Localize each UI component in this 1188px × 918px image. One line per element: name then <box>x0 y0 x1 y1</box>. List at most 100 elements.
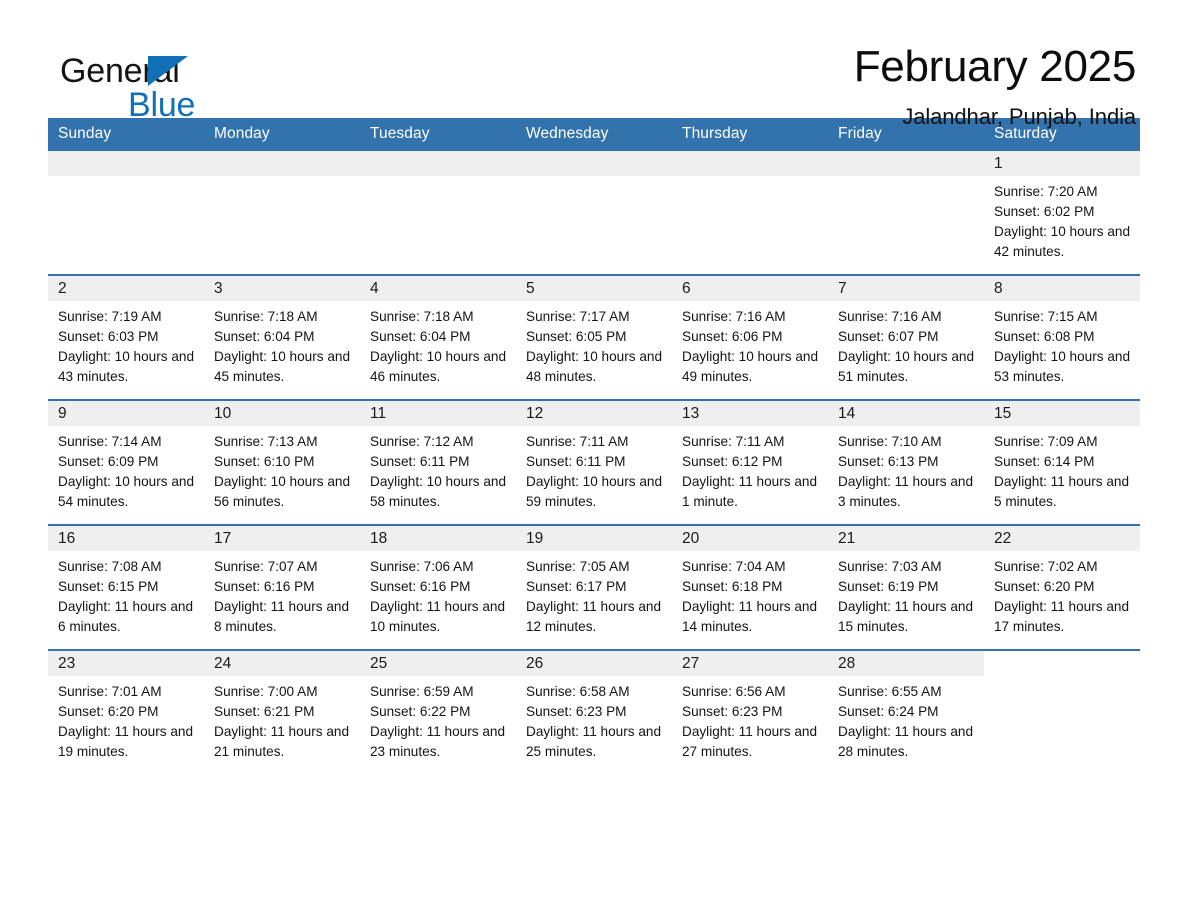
calendar-day-cell[interactable]: 9 Sunrise: 7:14 AM Sunset: 6:09 PM Daylight… <box>48 399 204 525</box>
day-number: 9 <box>48 401 204 426</box>
sunrise-text: Sunrise: 7:11 AM <box>682 434 785 449</box>
calendar-day-cell[interactable]: 6 Sunrise: 7:16 AM Sunset: 6:06 PM Daylight… <box>672 274 828 400</box>
calendar-day-cell[interactable]: 12 Sunrise: 7:11 AM Sunset: 6:11 PM Dayligh… <box>516 399 672 525</box>
day-number: 8 <box>984 276 1140 301</box>
calendar-day-cell[interactable]: 13 Sunrise: 7:11 AM Sunset: 6:12 PM Dayligh… <box>672 399 828 525</box>
day-number: 18 <box>360 526 516 551</box>
sunset-text: Sunset: 6:03 PM <box>58 329 159 344</box>
calendar-day-cell[interactable]: 4 Sunrise: 7:18 AM Sunset: 6:04 PM Daylight… <box>360 274 516 400</box>
weekday-header-tuesday: Tuesday <box>360 118 516 151</box>
logo-triangle-icon <box>148 56 188 86</box>
calendar-day-cell[interactable]: 15 Sunrise: 7:09 AM Sunset: 6:14 PM Dayligh… <box>984 399 1140 525</box>
weekday-header-thursday: Thursday <box>672 118 828 151</box>
calendar-day-cell[interactable]: 21 Sunrise: 7:03 AM Sunset: 6:19 PM Dayligh… <box>828 524 984 650</box>
calendar-cell-empty <box>360 151 516 275</box>
calendar-day-cell[interactable]: 25 Sunrise: 6:59 AM Sunset: 6:22 PM Dayligh… <box>360 649 516 774</box>
day-number: 28 <box>828 651 984 676</box>
calendar-day-cell[interactable]: 14 Sunrise: 7:10 AM Sunset: 6:13 PM Dayligh… <box>828 399 984 525</box>
calendar-day-cell[interactable]: 17 Sunrise: 7:07 AM Sunset: 6:16 PM Dayligh… <box>204 524 360 650</box>
day-details: Sunrise: 7:04 AM Sunset: 6:18 PM Daylight:… <box>672 551 828 637</box>
calendar-day-cell[interactable]: 24 Sunrise: 7:00 AM Sunset: 6:21 PM Dayligh… <box>204 649 360 774</box>
day-number: 3 <box>204 276 360 301</box>
daylight-text: Daylight: 11 hours and 3 minutes. <box>838 474 974 509</box>
daylight-text: Daylight: 11 hours and 25 minutes. <box>526 724 662 759</box>
daylight-text: Daylight: 11 hours and 1 minute. <box>682 474 818 509</box>
day-details: Sunrise: 6:58 AM Sunset: 6:23 PM Daylight:… <box>516 676 672 762</box>
calendar-day-cell[interactable]: 3 Sunrise: 7:18 AM Sunset: 6:04 PM Daylight… <box>204 274 360 400</box>
day-number-band <box>516 151 672 176</box>
calendar-day-cell[interactable]: 5 Sunrise: 7:17 AM Sunset: 6:05 PM Daylight… <box>516 274 672 400</box>
calendar-day-cell[interactable]: 23 Sunrise: 7:01 AM Sunset: 6:20 PM Dayligh… <box>48 649 204 774</box>
sunset-text: Sunset: 6:12 PM <box>682 454 783 469</box>
daylight-text: Daylight: 11 hours and 6 minutes. <box>58 599 194 634</box>
day-details: Sunrise: 7:09 AM Sunset: 6:14 PM Daylight:… <box>984 426 1140 512</box>
daylight-text: Daylight: 10 hours and 45 minutes. <box>214 349 351 384</box>
daylight-text: Daylight: 11 hours and 14 minutes. <box>682 599 818 634</box>
day-details: Sunrise: 6:59 AM Sunset: 6:22 PM Daylight:… <box>360 676 516 762</box>
logo-text-blue: Blue <box>128 86 196 124</box>
sunset-text: Sunset: 6:11 PM <box>526 454 626 469</box>
day-number-band <box>828 151 984 176</box>
daylight-text: Daylight: 10 hours and 49 minutes. <box>682 349 819 384</box>
day-details: Sunrise: 7:07 AM Sunset: 6:16 PM Daylight:… <box>204 551 360 637</box>
daylight-text: Daylight: 11 hours and 23 minutes. <box>370 724 506 759</box>
calendar-day-cell[interactable]: 11 Sunrise: 7:12 AM Sunset: 6:11 PM Dayligh… <box>360 399 516 525</box>
sunset-text: Sunset: 6:18 PM <box>682 579 783 594</box>
daylight-text: Daylight: 10 hours and 54 minutes. <box>58 474 195 509</box>
calendar-day-cell[interactable]: 16 Sunrise: 7:08 AM Sunset: 6:15 PM Dayligh… <box>48 524 204 650</box>
sunset-text: Sunset: 6:24 PM <box>838 704 939 719</box>
day-details: Sunrise: 7:06 AM Sunset: 6:16 PM Daylight:… <box>360 551 516 637</box>
day-details: Sunrise: 7:11 AM Sunset: 6:11 PM Daylight:… <box>516 426 672 512</box>
day-details: Sunrise: 7:00 AM Sunset: 6:21 PM Daylight:… <box>204 676 360 762</box>
calendar-day-cell[interactable]: 26 Sunrise: 6:58 AM Sunset: 6:23 PM Dayligh… <box>516 649 672 774</box>
day-number: 15 <box>984 401 1140 426</box>
daylight-text: Daylight: 11 hours and 15 minutes. <box>838 599 974 634</box>
daylight-text: Daylight: 11 hours and 12 minutes. <box>526 599 662 634</box>
calendar-day-cell[interactable]: 2 Sunrise: 7:19 AM Sunset: 6:03 PM Daylight… <box>48 274 204 400</box>
calendar-cell-empty <box>672 151 828 275</box>
daylight-text: Daylight: 10 hours and 43 minutes. <box>58 349 195 384</box>
daylight-text: Daylight: 11 hours and 10 minutes. <box>370 599 506 634</box>
daylight-text: Daylight: 10 hours and 42 minutes. <box>994 224 1131 259</box>
day-number: 14 <box>828 401 984 426</box>
calendar-day-cell[interactable]: 8 Sunrise: 7:15 AM Sunset: 6:08 PM Daylight… <box>984 274 1140 400</box>
sunrise-text: Sunrise: 7:12 AM <box>370 434 474 449</box>
calendar-body: 1 Sunrise: 7:20 AM Sunset: 6:02 PM Daylight… <box>48 151 1140 774</box>
calendar-day-cell[interactable]: 1 Sunrise: 7:20 AM Sunset: 6:02 PM Daylight… <box>984 151 1140 275</box>
day-details: Sunrise: 7:19 AM Sunset: 6:03 PM Daylight:… <box>48 301 204 387</box>
sunrise-text: Sunrise: 7:18 AM <box>370 309 474 324</box>
calendar-cell-empty <box>828 151 984 275</box>
daylight-text: Daylight: 10 hours and 59 minutes. <box>526 474 663 509</box>
sunrise-text: Sunrise: 7:14 AM <box>58 434 162 449</box>
day-details: Sunrise: 7:16 AM Sunset: 6:06 PM Daylight:… <box>672 301 828 387</box>
daylight-text: Daylight: 11 hours and 28 minutes. <box>838 724 974 759</box>
daylight-text: Daylight: 11 hours and 8 minutes. <box>214 599 350 634</box>
calendar-cell-empty <box>48 151 204 275</box>
calendar-day-cell[interactable]: 18 Sunrise: 7:06 AM Sunset: 6:16 PM Dayligh… <box>360 524 516 650</box>
sunrise-text: Sunrise: 7:16 AM <box>838 309 942 324</box>
day-number: 5 <box>516 276 672 301</box>
calendar-day-cell[interactable]: 28 Sunrise: 6:55 AM Sunset: 6:24 PM Dayligh… <box>828 649 984 774</box>
calendar-day-cell[interactable]: 7 Sunrise: 7:16 AM Sunset: 6:07 PM Daylight… <box>828 274 984 400</box>
sunset-text: Sunset: 6:10 PM <box>214 454 315 469</box>
calendar-day-cell[interactable]: 20 Sunrise: 7:04 AM Sunset: 6:18 PM Dayligh… <box>672 524 828 650</box>
sunrise-sunset-calendar: Sunday Monday Tuesday Wednesday Thursday Frid… <box>48 118 1140 774</box>
calendar-day-cell[interactable]: 10 Sunrise: 7:13 AM Sunset: 6:10 PM Dayligh… <box>204 399 360 525</box>
day-number: 20 <box>672 526 828 551</box>
calendar-week-row: 16 Sunrise: 7:08 AM Sunset: 6:15 PM Dayligh… <box>48 524 1140 650</box>
day-number: 17 <box>204 526 360 551</box>
day-number: 25 <box>360 651 516 676</box>
day-number: 23 <box>48 651 204 676</box>
sunset-text: Sunset: 6:04 PM <box>214 329 315 344</box>
daylight-text: Daylight: 10 hours and 51 minutes. <box>838 349 975 384</box>
calendar-day-cell[interactable]: 19 Sunrise: 7:05 AM Sunset: 6:17 PM Dayligh… <box>516 524 672 650</box>
daylight-text: Daylight: 11 hours and 17 minutes. <box>994 599 1130 634</box>
day-details: Sunrise: 6:56 AM Sunset: 6:23 PM Daylight:… <box>672 676 828 762</box>
calendar-day-cell[interactable]: 27 Sunrise: 6:56 AM Sunset: 6:23 PM Dayligh… <box>672 649 828 774</box>
calendar-day-cell[interactable]: 22 Sunrise: 7:02 AM Sunset: 6:20 PM Dayligh… <box>984 524 1140 650</box>
day-number-band <box>204 151 360 176</box>
sunset-text: Sunset: 6:13 PM <box>838 454 939 469</box>
day-number: 11 <box>360 401 516 426</box>
sunrise-text: Sunrise: 7:10 AM <box>838 434 942 449</box>
day-number: 6 <box>672 276 828 301</box>
